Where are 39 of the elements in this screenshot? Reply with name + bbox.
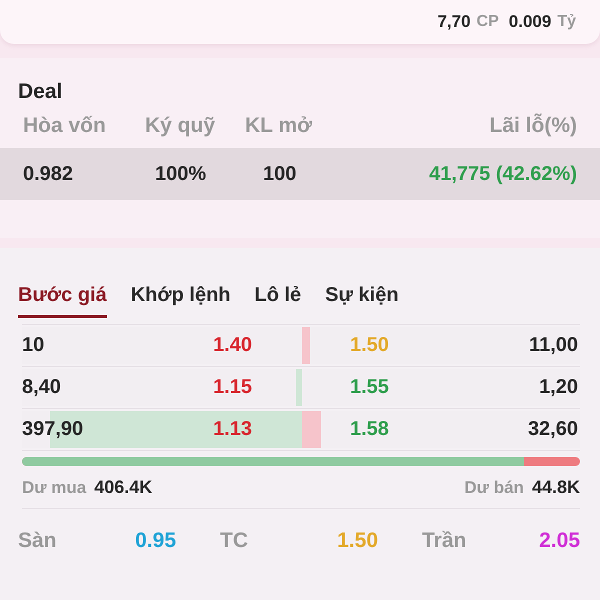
sell-volume: 32,60 [528, 418, 579, 441]
buy-price: 1.13 [213, 418, 252, 441]
column-header: KL mở [245, 114, 314, 138]
sell-volume: 1,20 [539, 376, 579, 399]
sell-price: 1.55 [350, 376, 389, 399]
stat-value: 0.95 [135, 529, 176, 553]
volume-value: 7,70 [437, 12, 471, 32]
buy-volume: 8,40 [22, 376, 61, 399]
tab[interactable]: Bước giá [18, 278, 107, 318]
table-cell-text: 100% [154, 162, 208, 186]
section-title: Deal [17, 80, 64, 104]
column-header: Hòa vốn [23, 114, 107, 138]
sell-price: 1.58 [350, 418, 389, 441]
trade-value: 0.009 [508, 12, 552, 32]
sell-price: 1.50 [350, 334, 389, 357]
stat-value: 1.50 [337, 529, 378, 553]
sell-label: Dư bán [464, 478, 524, 498]
buy-total: 406.4K [94, 476, 152, 498]
buy-volume: 10 [22, 334, 44, 357]
buy-price: 1.40 [213, 334, 252, 357]
table-cell-text: 0.982 [23, 162, 74, 186]
column-header: Ký quỹ [145, 114, 216, 138]
tab[interactable]: Khớp lệnh [130, 278, 230, 318]
table-cell-text: 41,775 (42.62%) [428, 162, 577, 186]
stat-value: 2.05 [539, 529, 580, 553]
stat-label: Trần [422, 529, 466, 553]
volume-unit: CP [476, 13, 499, 31]
value-unit: Tỷ [557, 13, 576, 31]
tab[interactable]: Lô lẻ [254, 278, 302, 318]
buy-label: Dư mua [22, 478, 86, 498]
column-header: Lãi lỗ(%) [488, 114, 577, 138]
sell-total: 44.8K [532, 476, 580, 498]
sell-volume: 11,00 [529, 334, 579, 357]
stat-label: TC [220, 529, 248, 553]
buy-price: 1.15 [213, 376, 252, 399]
table-cell-text: 100 [262, 162, 298, 186]
buy-volume: 397,90 [22, 418, 84, 441]
stat-label: Sàn [18, 529, 57, 553]
tab[interactable]: Sự kiện [325, 278, 399, 318]
